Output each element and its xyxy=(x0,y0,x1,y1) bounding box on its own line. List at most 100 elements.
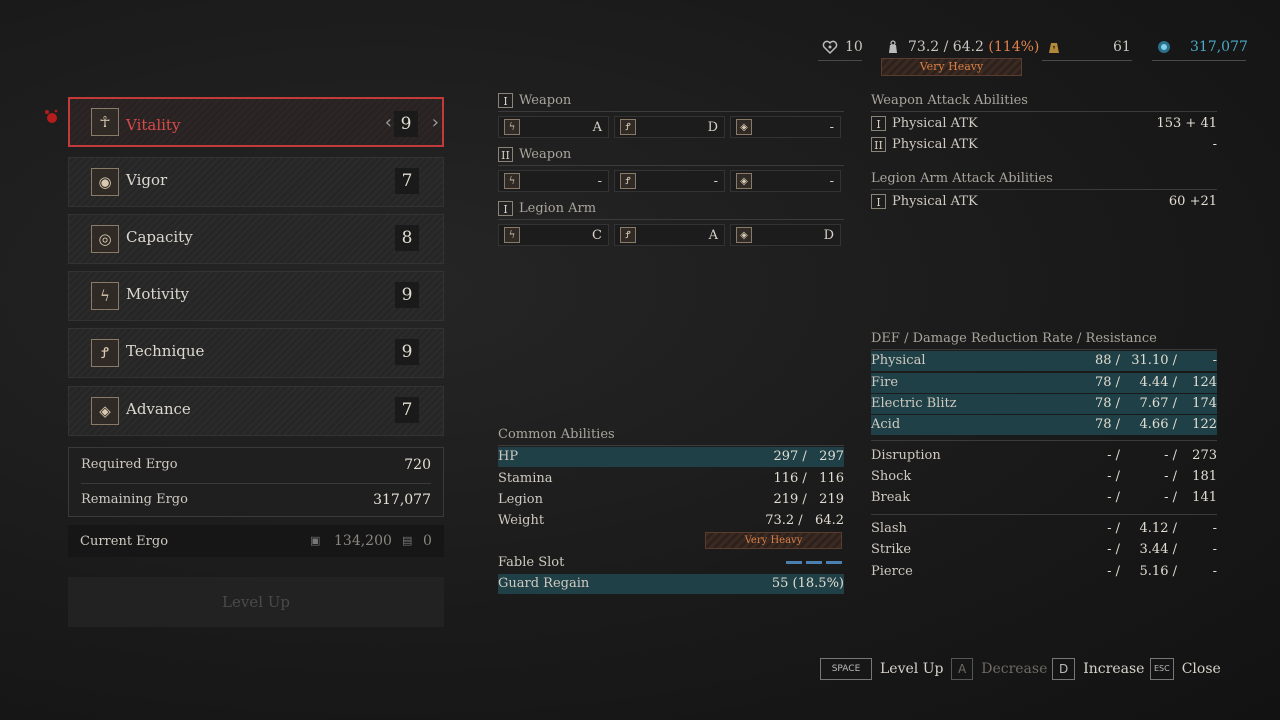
divider xyxy=(498,165,844,166)
current-ergo-extra: 0 xyxy=(423,533,432,549)
decrease-hint-label: Decrease xyxy=(981,661,1048,677)
reduction-value: - / xyxy=(1164,490,1177,505)
legion-attack-title: Legion Arm Attack Abilities xyxy=(871,171,1053,186)
attribute-label: Advance xyxy=(126,400,191,418)
current-ergo-value: 134,200 xyxy=(334,533,392,549)
vitruvian-icon: ☥ xyxy=(91,108,119,136)
resistance-value: 141 xyxy=(1192,490,1217,505)
reduction-value: - / xyxy=(1164,448,1177,463)
scaling-technique: Ꝭ- xyxy=(614,170,725,192)
weapon-2-header: II Weapon xyxy=(498,147,571,162)
divider xyxy=(498,445,844,446)
defense-label: Strike xyxy=(871,542,912,557)
attribute-value: 8 xyxy=(395,225,419,251)
divider xyxy=(1042,60,1132,61)
attribute-value: 9 xyxy=(395,339,419,365)
technique-icon: Ꝭ xyxy=(620,173,636,189)
item-count: 61 xyxy=(1113,39,1131,55)
item-stat xyxy=(1046,39,1069,55)
divider xyxy=(81,483,431,484)
scaling-grade: A xyxy=(708,228,718,243)
stat-row-stamina: Stamina 116 / 116 xyxy=(498,469,844,489)
def-value: 78 / xyxy=(1094,396,1120,411)
common-abilities-title: Common Abilities xyxy=(498,427,615,442)
stat-row-guard-regain: Guard Regain 55 (18.5%) xyxy=(498,574,844,594)
current-ergo-label: Current Ergo xyxy=(80,534,169,549)
attribute-row-vigor[interactable]: ◉ Vigor 7 xyxy=(68,157,444,207)
attribute-row-motivity[interactable]: ϟ Motivity 9 xyxy=(68,271,444,321)
defense-label: Slash xyxy=(871,521,907,536)
ergo-orb-icon xyxy=(1158,41,1170,53)
def-value: - / xyxy=(1107,542,1120,557)
diamond-icon: ◈ xyxy=(91,397,119,425)
required-ergo-label: Required Ergo xyxy=(81,457,178,472)
ergo-stat xyxy=(1156,39,1179,55)
attribute-value: 9 xyxy=(394,111,418,137)
attribute-row-technique[interactable]: Ꝭ Technique 9 xyxy=(68,328,444,378)
divider xyxy=(871,189,1217,190)
defense-label: Break xyxy=(871,490,911,505)
resistance-value: - xyxy=(1212,521,1217,536)
attack-value: 153 + 41 xyxy=(1156,116,1217,131)
remaining-ergo-row: Remaining Ergo 317,077 xyxy=(81,492,431,508)
defense-label: Pierce xyxy=(871,564,913,579)
heart-stat: 10 xyxy=(822,39,863,55)
defense-row: Electric Blitz 78 / 7.67 / 174 xyxy=(871,394,1217,414)
attribute-label: Capacity xyxy=(126,228,193,246)
ergo-total-wrap: 317,077 xyxy=(1190,39,1248,55)
divider xyxy=(818,60,862,61)
divider xyxy=(871,111,1217,112)
scaling-motivity: ϟA xyxy=(498,116,609,138)
divider xyxy=(871,440,1217,441)
increase-hint[interactable]: D Increase xyxy=(1052,658,1144,680)
reduction-value: 5.16 / xyxy=(1139,564,1177,579)
reduction-value: 4.44 / xyxy=(1139,375,1177,390)
divider xyxy=(871,514,1217,515)
technique-icon: Ꝭ xyxy=(91,339,119,367)
attribute-row-vitality[interactable]: ☥ Vitality ‹ 9 › xyxy=(68,97,444,147)
def-value: - / xyxy=(1107,448,1120,463)
divider xyxy=(1152,60,1246,61)
increase-arrow-icon[interactable]: › xyxy=(432,112,439,133)
defense-row: Fire 78 / 4.44 / 124 xyxy=(871,373,1217,393)
stat-label: Fable Slot xyxy=(498,555,565,570)
divider xyxy=(498,111,844,112)
decrease-arrow-icon[interactable]: ‹ xyxy=(385,112,392,133)
stat-value: 219 / 219 xyxy=(773,492,844,507)
level-up-button[interactable]: Level Up xyxy=(68,577,444,627)
attribute-row-advance[interactable]: ◈ Advance 7 xyxy=(68,386,444,436)
heart-count: 10 xyxy=(845,39,863,55)
reduction-value: 7.67 / xyxy=(1139,396,1177,411)
close-hint-label: Close xyxy=(1181,661,1221,677)
reduction-value: - / xyxy=(1164,469,1177,484)
ergo-card-icon: ▤ xyxy=(402,534,413,547)
level-up-hint[interactable]: SPACE Level Up xyxy=(820,658,943,680)
scaling-grade: D xyxy=(707,120,718,135)
weight-status-badge: Very Heavy xyxy=(881,58,1022,76)
lightning-icon: ϟ xyxy=(504,119,520,135)
decrease-hint[interactable]: A Decrease xyxy=(951,658,1047,680)
defense-row: Slash - / 4.12 / - xyxy=(871,519,1217,539)
scaling-grade: C xyxy=(592,228,602,243)
esc-key: ESC xyxy=(1150,658,1174,680)
legion-arm-header: I Legion Arm xyxy=(498,201,596,216)
defense-row: Acid 78 / 4.66 / 122 xyxy=(871,415,1217,435)
close-hint[interactable]: ESC Close xyxy=(1150,658,1221,680)
attribute-row-capacity[interactable]: ◎ Capacity 8 xyxy=(68,214,444,264)
status-bar: 10 73.2 / 64.2 (114%) Very Heavy 61 317,… xyxy=(0,36,1280,86)
scaling-advance: ◈ D xyxy=(730,224,841,246)
defense-label: Electric Blitz xyxy=(871,396,957,411)
attribute-value: 7 xyxy=(395,168,419,194)
a-key: A xyxy=(951,658,974,680)
scaling-motivity: ϟC xyxy=(498,224,609,246)
slot-numeral: I xyxy=(498,201,513,216)
technique-icon: Ꝭ xyxy=(620,227,636,243)
attack-value: 60 +21 xyxy=(1168,194,1217,209)
stat-row-legion: Legion 219 / 219 xyxy=(498,490,844,510)
stat-row-hp: HP 297 / 297 xyxy=(498,447,844,467)
fable-slot-segment xyxy=(826,561,842,564)
def-value: - / xyxy=(1107,564,1120,579)
scaling-technique: ꝬA xyxy=(614,224,725,246)
increase-hint-label: Increase xyxy=(1083,661,1145,677)
slot-numeral: II xyxy=(871,137,886,152)
